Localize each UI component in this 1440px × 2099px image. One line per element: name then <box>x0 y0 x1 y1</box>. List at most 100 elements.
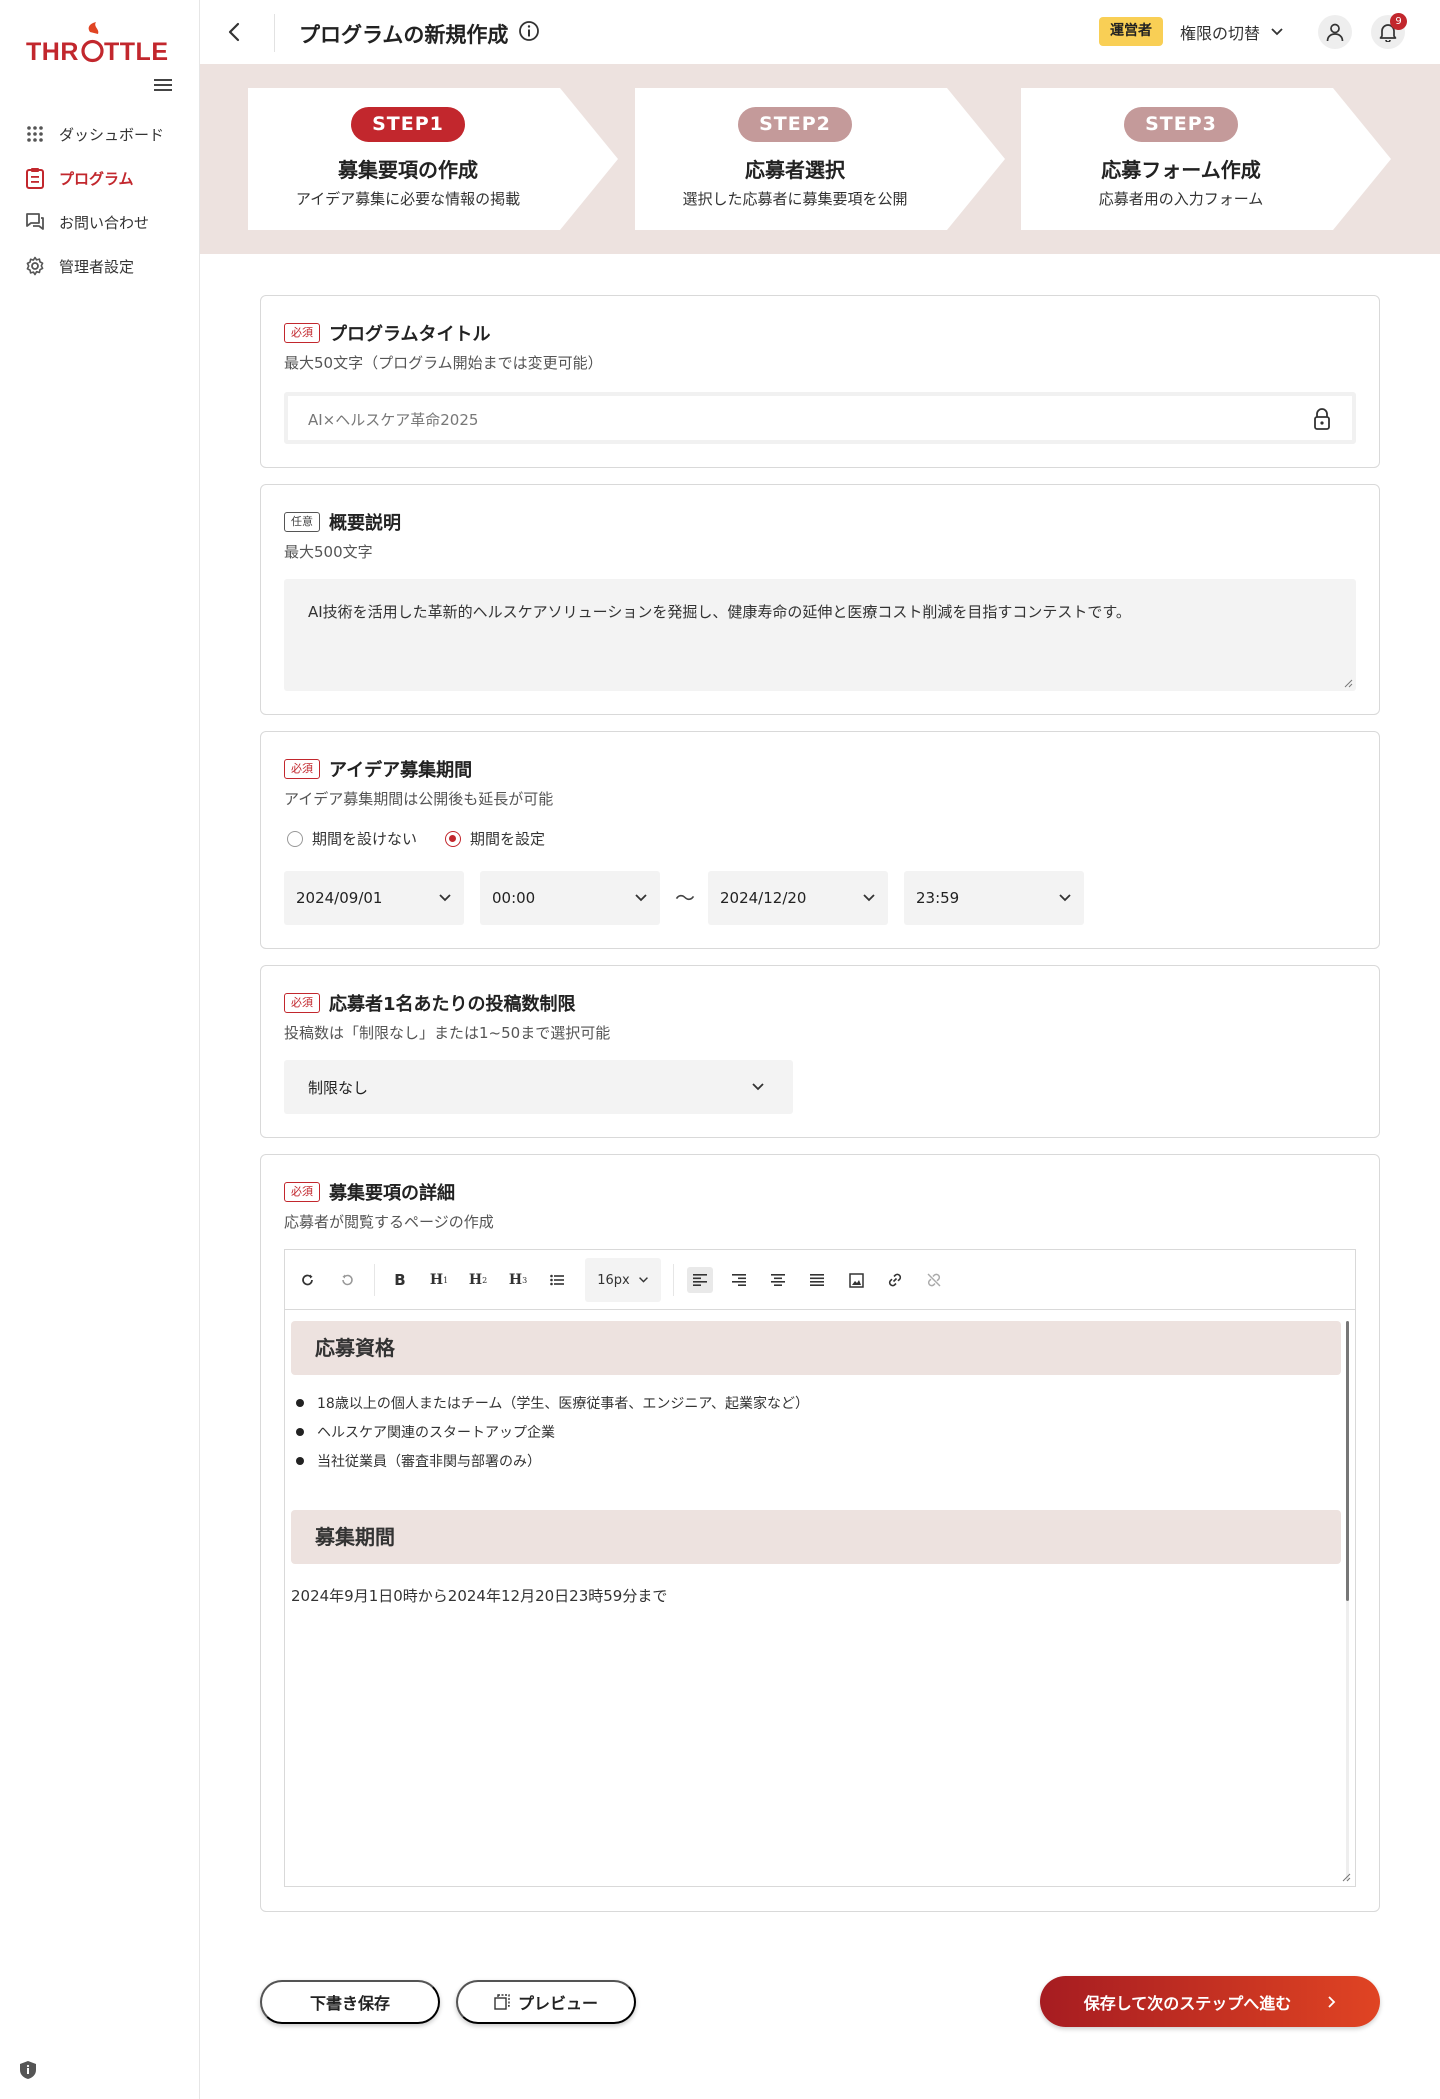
align-left-icon[interactable] <box>687 1267 713 1293</box>
step-1-title: 募集要項の作成 <box>338 158 478 182</box>
save-draft-button[interactable]: 下書き保存 <box>260 1980 440 2024</box>
chevron-down-icon <box>1271 28 1283 36</box>
field-hint: アイデア募集期間は公開後も延長が可能 <box>284 790 554 808</box>
field-label: 概要説明 <box>329 513 401 534</box>
post-limit-card: 必須 応募者1名あたりの投稿数制限 投稿数は「制限なし」または1~50まで選択可… <box>260 965 1380 1138</box>
preview-label: プレビュー <box>517 1996 598 2013</box>
heading1-letter: H <box>429 1272 444 1288</box>
end-time-value: 23:59 <box>916 889 960 907</box>
required-tag: 必須 <box>284 1182 320 1202</box>
chevron-down-icon <box>635 894 647 902</box>
menu-toggle-icon[interactable] <box>152 76 174 94</box>
sidebar-item-label: ダッシュボード <box>59 125 165 144</box>
top-bar: プログラムの新規作成 運営者 権限の切替 9 <box>200 0 1440 64</box>
shield-icon[interactable] <box>18 2060 38 2080</box>
info-icon[interactable] <box>518 20 540 42</box>
bold-button[interactable]: B <box>387 1267 413 1293</box>
editor-toolbar: B H1 H2 H3 16px <box>285 1250 1355 1310</box>
resize-handle-icon[interactable] <box>1341 1872 1351 1882</box>
step-2-desc: 選択した応募者に募集要項を公開 <box>682 190 908 208</box>
undo-icon[interactable] <box>334 1267 360 1293</box>
heading3-button[interactable]: H3 <box>505 1267 531 1293</box>
role-switch-dropdown[interactable]: 権限の切替 <box>1180 20 1284 44</box>
radio-no-period[interactable] <box>287 830 303 847</box>
required-tag: 必須 <box>284 993 320 1013</box>
content-heading-period: 募集期間 <box>291 1510 1341 1564</box>
image-icon[interactable] <box>843 1267 869 1293</box>
font-size-select[interactable]: 16px <box>585 1258 661 1302</box>
overview-value: AI技術を活用した革新的ヘルスケアソリューションを発掘し、健康寿命の延伸と医療コ… <box>308 603 1131 621</box>
step-3[interactable]: STEP3 応募フォーム作成 応募者用の入力フォーム <box>1021 88 1391 230</box>
step-2[interactable]: STEP2 応募者選択 選択した応募者に募集要項を公開 <box>635 88 1005 230</box>
details-card: 必須 募集要項の詳細 応募者が閲覧するページの作成 B H1 H2 H3 16p… <box>260 1154 1380 1912</box>
align-center-icon[interactable] <box>765 1267 791 1293</box>
sidebar-item-program[interactable]: プログラム <box>24 156 194 200</box>
field-hint: 投稿数は「制限なし」または1~50まで選択可能 <box>284 1024 611 1042</box>
toolbar-divider <box>374 1264 375 1296</box>
grid-icon <box>24 123 46 145</box>
user-icon[interactable] <box>1318 15 1352 49</box>
align-right-icon[interactable] <box>726 1267 752 1293</box>
field-label: 募集要項の詳細 <box>329 1183 455 1204</box>
editor-content[interactable]: 応募資格 18歳以上の個人またはチーム（学生、医療従事者、エンジニア、起業家など… <box>285 1311 1355 1886</box>
resize-handle-icon[interactable] <box>1343 678 1353 688</box>
link-icon[interactable] <box>882 1267 908 1293</box>
post-limit-label: 必須 応募者1名あたりの投稿数制限 <box>284 990 576 1016</box>
step-1[interactable]: STEP1 募集要項の作成 アイデア募集に必要な情報の掲載 <box>248 88 618 230</box>
post-limit-value: 制限なし <box>308 1078 369 1097</box>
chevron-down-icon <box>439 894 451 902</box>
role-badge: 運営者 <box>1099 17 1163 46</box>
sidebar-item-admin-settings[interactable]: 管理者設定 <box>24 244 194 288</box>
chevron-down-icon <box>752 1083 764 1091</box>
chevron-down-icon <box>1059 894 1071 902</box>
save-and-next-button[interactable]: 保存して次のステップへ進む <box>1040 1976 1380 2027</box>
preview-button[interactable]: プレビュー <box>456 1980 636 2024</box>
sidebar-item-label: プログラム <box>59 169 134 188</box>
start-date-value: 2024/09/01 <box>296 889 383 907</box>
chevron-down-icon <box>863 894 875 902</box>
program-title-label: 必須 プログラムタイトル <box>284 320 490 346</box>
editor-scrollbar-thumb[interactable] <box>1346 1321 1349 1601</box>
start-date-select[interactable]: 2024/09/01 <box>284 871 464 925</box>
radio-no-period-label[interactable]: 期間を設けない <box>312 828 417 849</box>
start-time-select[interactable]: 00:00 <box>480 871 660 925</box>
field-label: プログラムタイトル <box>329 324 491 345</box>
program-title-input[interactable]: AI×ヘルスケア革命2025 <box>284 392 1356 444</box>
period-radio-group: 期間を設けない 期間を設定 <box>287 828 545 849</box>
header-divider <box>274 14 275 52</box>
step-3-pill: STEP3 <box>1124 107 1238 142</box>
end-date-select[interactable]: 2024/12/20 <box>708 871 888 925</box>
redo-icon[interactable] <box>295 1267 321 1293</box>
details-label: 必須 募集要項の詳細 <box>284 1179 455 1205</box>
sidebar-item-contact[interactable]: お問い合わせ <box>24 200 194 244</box>
overview-textarea[interactable]: AI技術を活用した革新的ヘルスケアソリューションを発掘し、健康寿命の延伸と医療コ… <box>284 579 1356 691</box>
end-time-select[interactable]: 23:59 <box>904 871 1084 925</box>
preview-icon <box>494 1994 510 2010</box>
sidebar-item-dashboard[interactable]: ダッシュボード <box>24 112 194 156</box>
start-time-value: 00:00 <box>492 889 536 907</box>
field-label: 応募者1名あたりの投稿数制限 <box>329 994 576 1015</box>
font-size-value: 16px <box>597 1272 630 1288</box>
bullet-list-icon[interactable] <box>544 1267 570 1293</box>
throttle-logo[interactable]: THR TTLE <box>26 22 170 64</box>
step-2-pill: STEP2 <box>738 107 852 142</box>
save-and-next-label: 保存して次のステップへ進む <box>1083 1995 1292 2013</box>
program-title-card: 必須 プログラムタイトル 最大50文字（プログラム開始までは変更可能） AI×ヘ… <box>260 295 1380 468</box>
back-arrow-icon[interactable] <box>224 20 246 44</box>
field-label: アイデア募集期間 <box>329 760 473 781</box>
radio-set-period-label[interactable]: 期間を設定 <box>470 828 545 849</box>
heading2-letter: H <box>468 1272 483 1288</box>
post-limit-select[interactable]: 制限なし <box>284 1060 793 1114</box>
content-paragraph: 2024年9月1日0時から2024年12月20日23時59分まで <box>291 1587 668 1605</box>
heading1-button[interactable]: H1 <box>426 1267 452 1293</box>
chat-icon <box>24 211 46 233</box>
list-item: 18歳以上の個人またはチーム（学生、医療従事者、エンジニア、起業家など） <box>296 1393 809 1413</box>
rich-text-editor[interactable]: B H1 H2 H3 16px 応募資格 18歳以上の個人またはチーム（学生、医… <box>284 1249 1356 1887</box>
radio-set-period[interactable] <box>445 830 462 847</box>
required-tag: 必須 <box>284 323 320 343</box>
align-justify-icon[interactable] <box>804 1267 830 1293</box>
unlink-icon[interactable] <box>921 1267 947 1293</box>
heading2-button[interactable]: H2 <box>465 1267 491 1293</box>
heading3-level: 3 <box>522 1275 528 1285</box>
clipboard-icon <box>24 167 46 189</box>
